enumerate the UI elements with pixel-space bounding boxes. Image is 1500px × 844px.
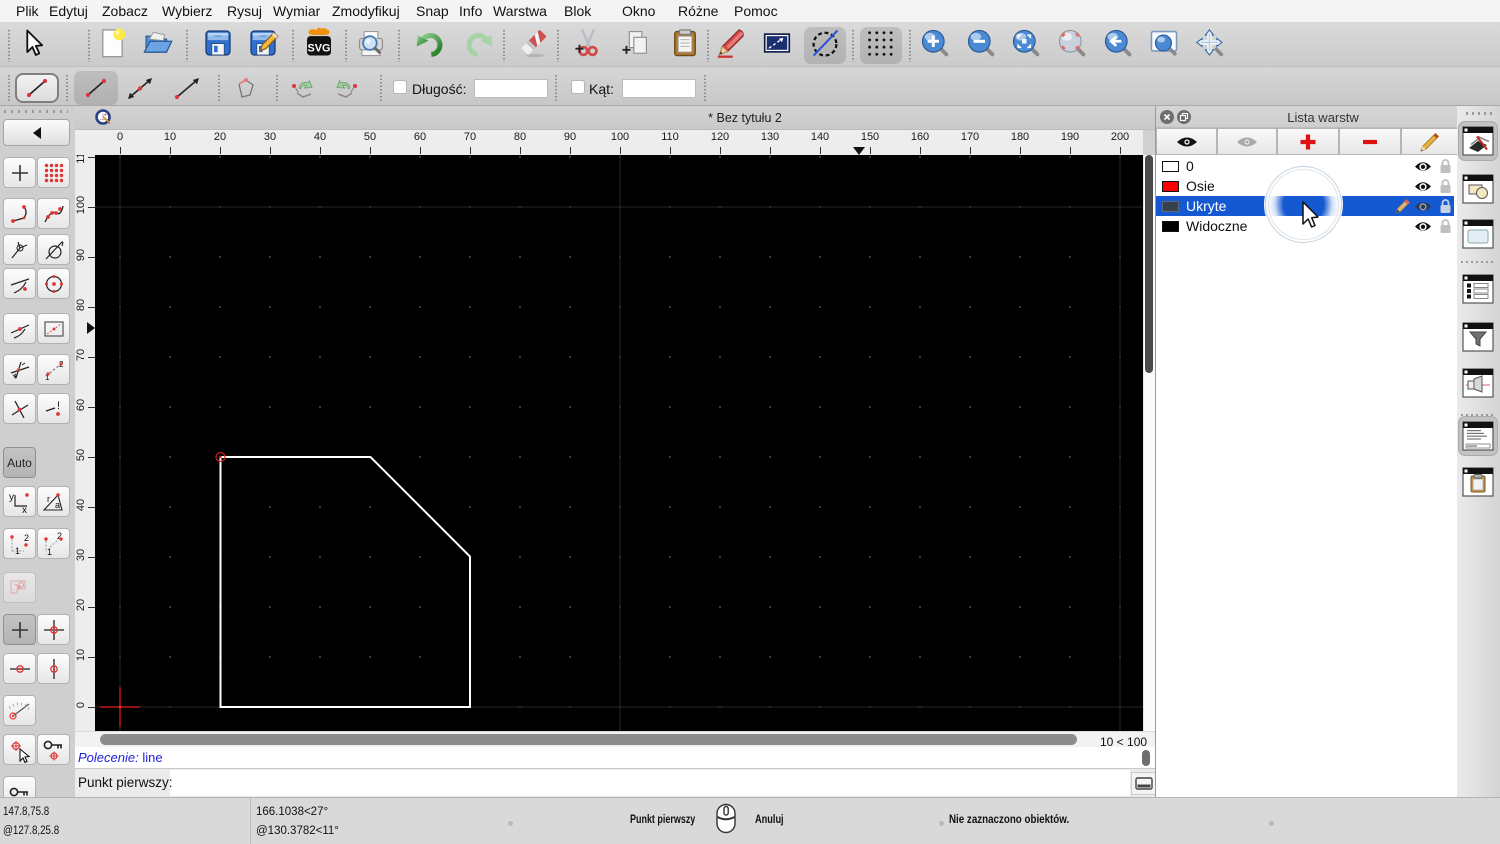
svg-text:1: 1 [15, 546, 20, 556]
svg-text:a: a [55, 500, 60, 510]
svg-text:SVG: SVG [308, 43, 331, 55]
svg-text:2: 2 [24, 533, 29, 543]
svg-text:y: y [9, 492, 14, 503]
svg-text:1: 1 [47, 547, 52, 557]
svg-text:!: ! [57, 400, 60, 412]
svg-text:r: r [47, 494, 50, 504]
